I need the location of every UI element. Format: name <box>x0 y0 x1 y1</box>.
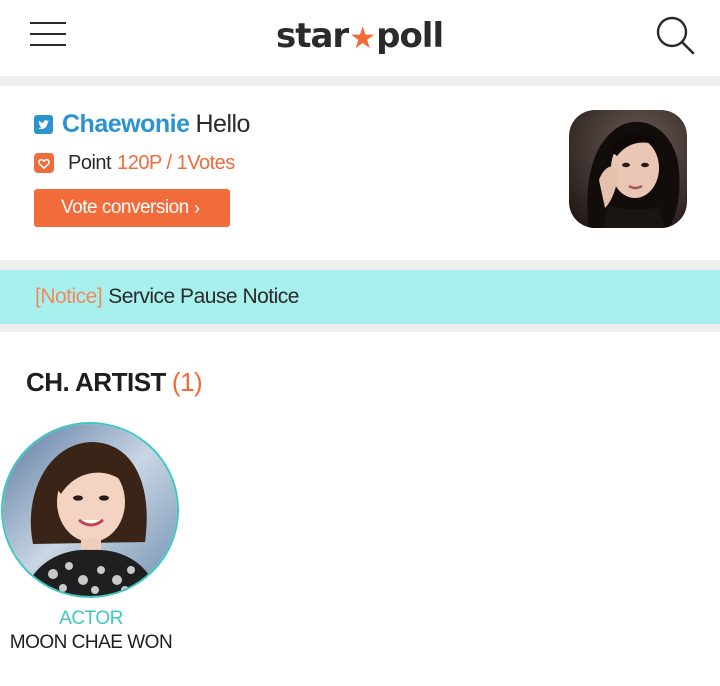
artist-name: MOON CHAE WON <box>9 632 173 653</box>
divider <box>0 76 720 86</box>
point-label: Point <box>68 152 112 174</box>
artist-role: ACTOR <box>59 608 123 629</box>
point-heart-icon <box>34 153 54 173</box>
search-icon[interactable] <box>654 14 696 56</box>
notice-banner[interactable]: [Notice] Service Pause Notice <box>0 270 720 324</box>
app-header: star ★ poll <box>0 0 720 76</box>
artist-photo[interactable] <box>1 422 179 598</box>
artist-card[interactable]: ACTOR MOON CHAE WON <box>0 420 182 660</box>
notice-title: Service Pause Notice <box>108 285 299 308</box>
vote-conversion-label: Vote conversion <box>61 197 189 218</box>
logo-text-poll: poll <box>376 16 444 56</box>
point-value: 120P / 1Votes <box>117 152 235 174</box>
username[interactable]: Chaewonie <box>62 110 190 138</box>
chevron-right-icon: › <box>194 198 200 218</box>
point-balance: Point 120P / 1Votes <box>68 148 235 178</box>
greeting-text: Hello <box>195 110 250 138</box>
logo-text-star: star <box>276 16 349 56</box>
section-title: CH. ARTIST (1) <box>26 364 203 400</box>
hamburger-menu-icon[interactable] <box>30 22 66 46</box>
logo-star-icon: ★ <box>349 20 376 56</box>
user-profile-panel: Chaewonie Hello Point 120P / 1Votes Vote c… <box>0 86 720 260</box>
notice-tag: [Notice] <box>35 285 103 308</box>
section-title-text: CH. ARTIST <box>26 367 166 397</box>
section-count: (1) <box>171 367 203 397</box>
user-greeting: Chaewonie Hello <box>62 106 250 142</box>
vote-conversion-button[interactable]: Vote conversion › <box>34 189 230 227</box>
divider <box>0 324 720 332</box>
divider <box>0 260 720 270</box>
notice-text: [Notice] Service Pause Notice <box>35 270 299 324</box>
starpoll-logo[interactable]: star ★ poll <box>276 14 444 58</box>
profile-avatar[interactable] <box>569 110 687 228</box>
twitter-icon <box>34 115 53 134</box>
